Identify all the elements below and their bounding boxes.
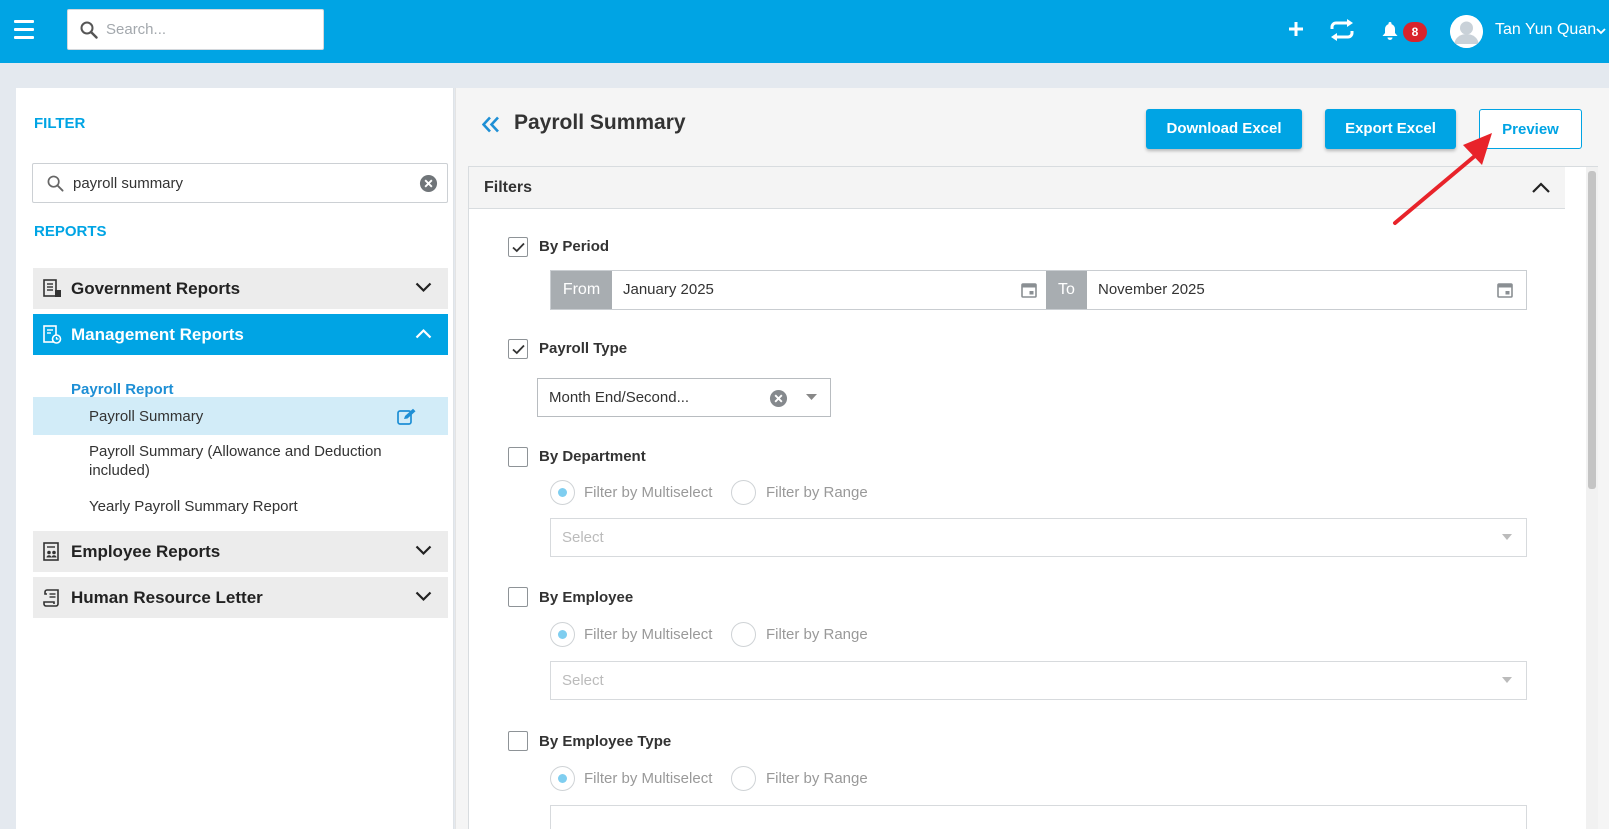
caret-down-icon[interactable] [806,394,817,400]
bell-icon[interactable] [1381,21,1399,41]
chevron-down-icon[interactable] [415,591,432,602]
category-label: Employee Reports [71,542,221,561]
by-employee-label: By Employee [539,589,634,606]
top-bar: 8 Tan Yun Quan [0,0,1609,63]
global-search[interactable] [67,9,324,50]
by-period-label: By Period [539,238,610,255]
edit-icon[interactable] [397,408,417,426]
category-government-reports[interactable]: Government Reports [33,268,448,309]
subcategory-payroll-report[interactable]: Payroll Report [71,381,174,398]
check-icon [512,344,525,355]
select-placeholder: Select [562,529,604,546]
employee-type-filter-multiselect-label: Filter by Multiselect [584,770,713,787]
caret-down-icon [1502,534,1512,540]
letter-scroll-icon [43,589,59,607]
category-human-resource-letter[interactable]: Human Resource Letter [33,577,448,618]
caret-down-icon [1502,677,1512,683]
period-range: From January 2025 To November 2025 [550,270,1527,310]
check-icon [512,242,525,253]
page-title: Payroll Summary [514,111,686,134]
user-name[interactable]: Tan Yun Quan [1495,21,1596,39]
scrollbar[interactable] [1586,167,1598,829]
report-filter-box[interactable] [32,163,448,203]
employee-type-select[interactable] [550,805,1527,829]
add-icon[interactable] [1289,22,1303,36]
report-item-payroll-summary[interactable]: Payroll Summary [33,397,448,435]
category-label: Human Resource Letter [71,588,263,607]
calendar-icon[interactable] [1497,282,1513,298]
search-icon [80,21,98,39]
search-input[interactable] [106,10,316,49]
reports-heading: REPORTS [34,223,107,240]
department-filter-multiselect-label: Filter by Multiselect [584,484,713,501]
category-label: Government Reports [71,279,241,298]
chevron-up-icon[interactable] [415,328,432,339]
employee-type-filter-range-label: Filter by Range [766,770,868,787]
calendar-icon[interactable] [1021,282,1037,298]
preview-button[interactable]: Preview [1479,109,1582,149]
export-excel-button[interactable]: Export Excel [1325,109,1456,149]
employee-type-filter-range-radio[interactable] [731,766,756,791]
employee-filter-range-radio[interactable] [731,622,756,647]
by-department-label: By Department [539,448,646,465]
select-placeholder: Select [562,672,604,689]
category-label: Management Reports [71,325,244,344]
employee-select[interactable]: Select [550,661,1527,700]
employee-type-filter-multiselect-radio[interactable] [550,766,575,791]
download-excel-button[interactable]: Download Excel [1146,109,1302,149]
search-icon [47,175,64,192]
sync-icon[interactable] [1328,18,1356,42]
to-addon: To [1046,271,1087,309]
payroll-type-value: Month End/Second... [549,389,690,406]
department-filter-multiselect-radio[interactable] [550,480,575,505]
hamburger-menu-icon[interactable] [14,20,38,42]
employee-filter-multiselect-radio[interactable] [550,622,575,647]
government-report-icon [43,279,61,297]
scrollbar-thumb[interactable] [1588,171,1596,489]
management-report-icon [43,325,62,344]
chevron-down-icon[interactable] [415,545,432,556]
by-employee-type-checkbox[interactable] [508,731,528,751]
chevron-down-icon[interactable] [1596,28,1606,35]
filter-heading: FILTER [34,115,86,132]
by-employee-type-label: By Employee Type [539,733,672,750]
report-main-panel: Payroll Summary Download Excel Export Ex… [455,88,1609,829]
report-filter-input[interactable] [73,164,403,202]
by-department-checkbox[interactable] [508,447,528,467]
from-date-input[interactable]: January 2025 [612,271,1046,309]
by-period-checkbox[interactable] [508,237,528,257]
by-employee-checkbox[interactable] [508,587,528,607]
payroll-type-label: Payroll Type [539,340,628,357]
clear-icon[interactable] [769,389,788,408]
report-item-payroll-summary-allowance[interactable]: Payroll Summary (Allowance and Deduction… [33,442,448,482]
employee-filter-multiselect-label: Filter by Multiselect [584,626,713,643]
department-select[interactable]: Select [550,518,1527,557]
clear-icon[interactable] [419,174,438,193]
category-management-reports[interactable]: Management Reports [33,314,448,355]
chevron-up-icon[interactable] [1531,182,1551,194]
notification-badge[interactable]: 8 [1403,22,1427,42]
user-avatar-icon [1450,15,1483,48]
double-chevron-left-icon[interactable] [482,116,500,133]
payroll-type-select[interactable]: Month End/Second... [537,378,831,417]
report-label: Payroll Summary (Allowance and Deduction… [89,443,382,479]
filters-title: Filters [484,179,533,196]
department-filter-range-radio[interactable] [731,480,756,505]
chevron-down-icon[interactable] [415,282,432,293]
to-date-input[interactable]: November 2025 [1087,271,1526,309]
report-label: Payroll Summary [89,408,204,425]
payroll-type-checkbox[interactable] [508,339,528,359]
report-label: Yearly Payroll Summary Report [89,498,298,515]
report-item-yearly-payroll-summary[interactable]: Yearly Payroll Summary Report [33,497,448,519]
filters-panel: Filters By Period From January 2025 To N… [468,166,1598,829]
from-addon: From [551,271,612,309]
avatar[interactable] [1450,15,1483,48]
employee-report-icon [43,542,59,561]
filters-header[interactable]: Filters [469,167,1565,209]
department-filter-range-label: Filter by Range [766,484,868,501]
report-sidebar: FILTER REPORTS Government Reports Manage… [16,88,454,829]
category-employee-reports[interactable]: Employee Reports [33,531,448,572]
employee-filter-range-label: Filter by Range [766,626,868,643]
